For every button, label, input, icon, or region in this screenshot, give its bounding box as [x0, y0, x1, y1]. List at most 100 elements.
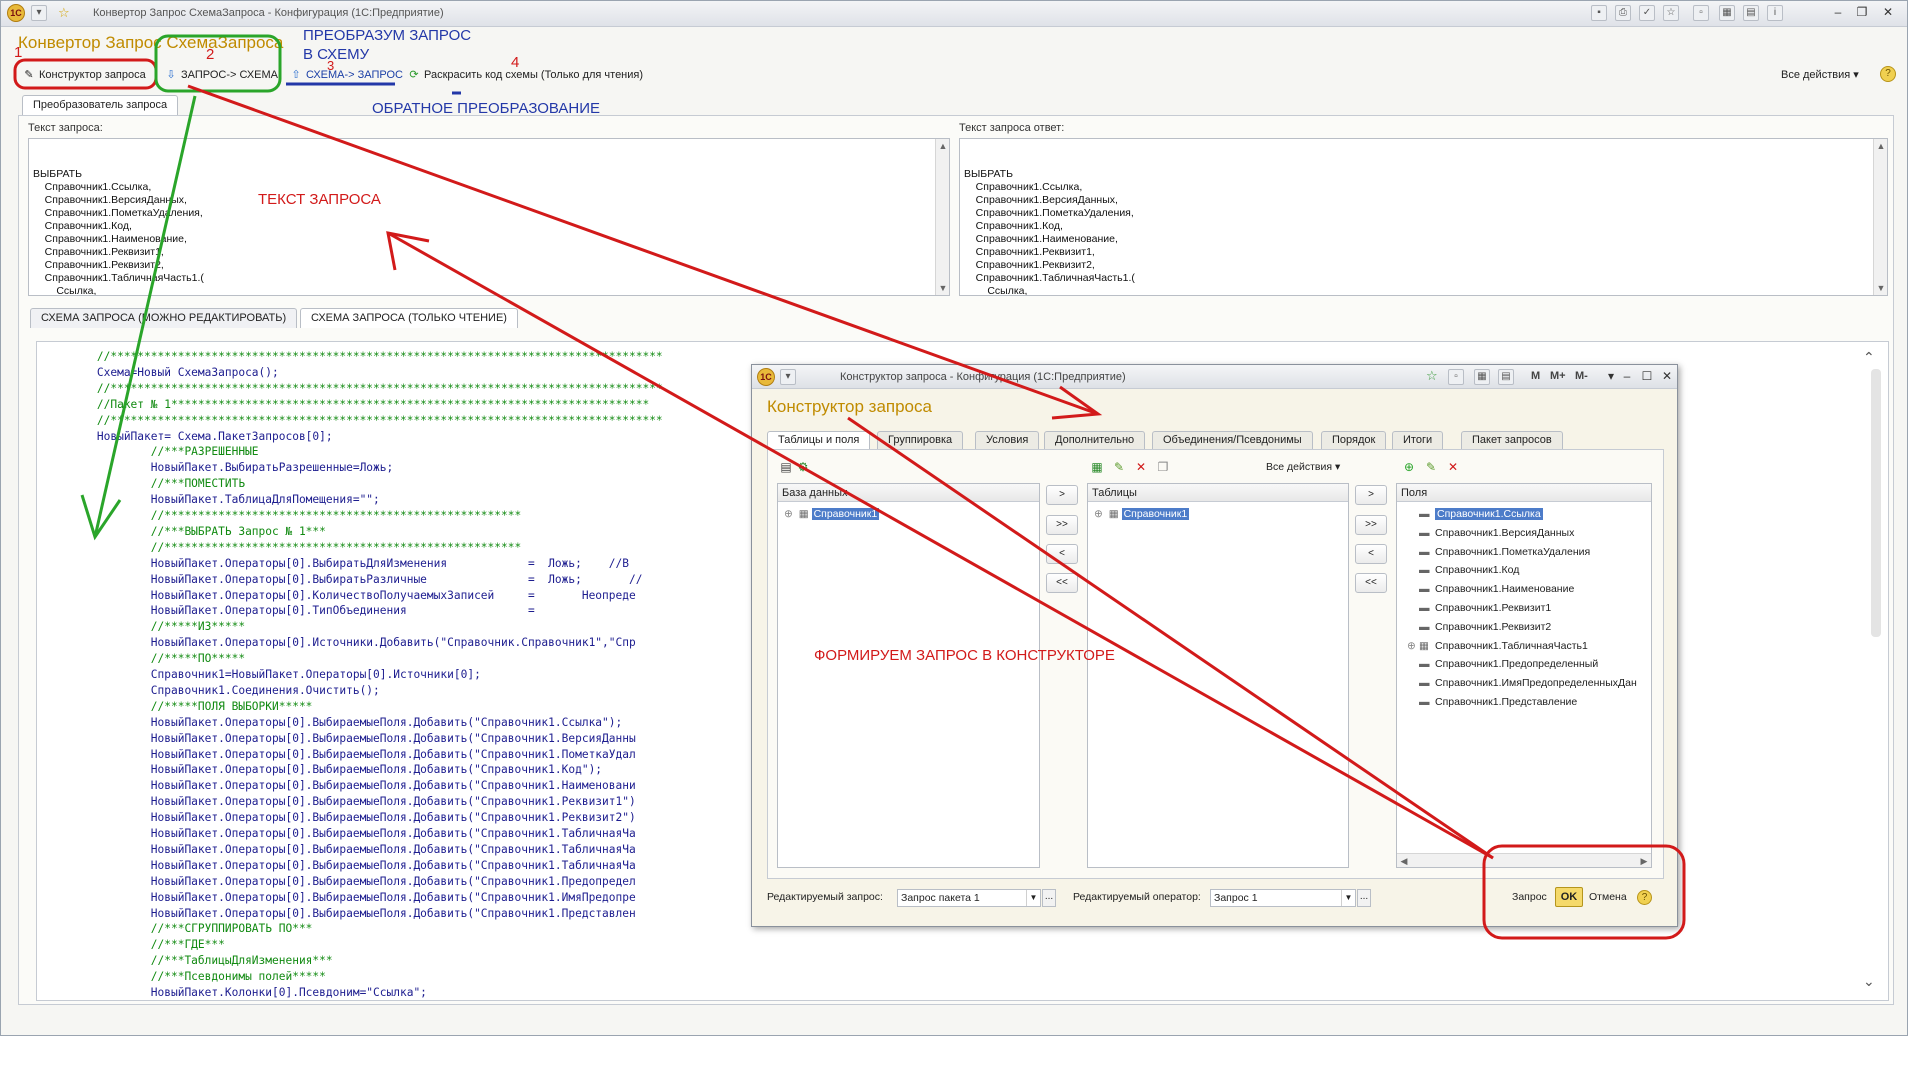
calculator-icon[interactable]: ▦: [1719, 5, 1735, 21]
answer-text-input[interactable]: ВЫБРАТЬ Справочник1.Ссылка, Справочник1.…: [959, 138, 1888, 296]
edited-operator-choose-button[interactable]: ...: [1357, 889, 1371, 907]
chevron-down-icon[interactable]: ▼: [1341, 890, 1355, 906]
expand-icon[interactable]: ⊕: [1407, 638, 1416, 654]
scroll-left-icon[interactable]: ◀: [1397, 854, 1411, 867]
field-row[interactable]: ▬ Справочник1.Код: [1407, 562, 1519, 578]
edit-field-icon[interactable]: ✎: [1424, 460, 1438, 474]
move-all-left-button[interactable]: <<: [1046, 573, 1078, 593]
scroll-down-icon[interactable]: ▼: [936, 281, 950, 295]
memory-plus-button[interactable]: M+: [1550, 370, 1566, 382]
field-row[interactable]: ▬ Справочник1.Предопределенный: [1407, 656, 1598, 672]
tree-row[interactable]: ⊕ ▦ Справочник1: [1094, 506, 1190, 522]
field-row[interactable]: ▬ Справочник1.Представление: [1407, 694, 1577, 710]
query-constructor-button[interactable]: ✎ Конструктор запроса: [19, 65, 150, 85]
field-row[interactable]: ▬ Справочник1.Реквизит2: [1407, 619, 1551, 635]
save-icon[interactable]: ▪: [1591, 5, 1607, 21]
print-icon[interactable]: ⎙: [1615, 5, 1631, 21]
help-icon[interactable]: ?: [1637, 890, 1652, 905]
close-icon[interactable]: ✕: [1656, 368, 1678, 386]
field-row[interactable]: ▬ Справочник1.Наименование: [1407, 581, 1574, 597]
minimize-icon[interactable]: –: [1616, 368, 1638, 386]
close-icon[interactable]: ✕: [1877, 4, 1899, 22]
code-scroll-up-icon[interactable]: ⌃: [1863, 349, 1875, 366]
move-all-right-button[interactable]: >>: [1046, 515, 1078, 535]
expand-icon[interactable]: ⊕: [1094, 508, 1103, 520]
fields-hscrollbar[interactable]: ◀ ▶: [1397, 853, 1651, 867]
menu-dropdown-icon[interactable]: ▾: [31, 5, 47, 21]
field-row[interactable]: ▬ Справочник1.ИмяПредопределенныхДан: [1407, 675, 1637, 691]
field-row[interactable]: ▬ Справочник1.ВерсияДанных: [1407, 525, 1574, 541]
add-table-icon[interactable]: ▦: [1090, 460, 1104, 474]
add-field-icon[interactable]: ⊕: [1402, 460, 1416, 474]
maximize-icon[interactable]: ☐: [1636, 368, 1658, 386]
edited-query-select[interactable]: Запрос пакета 1 ▼: [897, 889, 1041, 907]
all-actions-button[interactable]: Все действия ▾: [1781, 65, 1859, 85]
copy-icon[interactable]: ▫: [1693, 5, 1709, 21]
scroll-right-icon[interactable]: ▶: [1637, 854, 1651, 867]
star-icon[interactable]: ☆: [58, 5, 70, 21]
help-icon[interactable]: ?: [1880, 66, 1896, 82]
tab-totals[interactable]: Итоги: [1392, 431, 1444, 449]
tab-grouping[interactable]: Группировка: [877, 431, 964, 449]
chevron-down-icon[interactable]: ▼: [1026, 890, 1040, 906]
tab-unions-aliases[interactable]: Объединения/Псевдонимы: [1152, 431, 1313, 449]
tab-query-converter[interactable]: Преобразователь запроса: [22, 95, 179, 115]
move-left-button[interactable]: <: [1046, 544, 1078, 564]
calculator-icon[interactable]: ▦: [1474, 369, 1490, 385]
tree-row[interactable]: ⊕ ▦ Справочник1: [784, 506, 880, 522]
calendar-icon[interactable]: ▤: [1743, 5, 1759, 21]
field-row[interactable]: ▬ Справочник1.ПометкаУдаления: [1407, 544, 1590, 560]
code-scrollbar-thumb[interactable]: [1871, 369, 1881, 637]
field-row[interactable]: ⊕ ▦ Справочник1.ТабличнаяЧасть1: [1407, 638, 1588, 654]
maximize-icon[interactable]: ❐: [1851, 4, 1873, 22]
cancel-button[interactable]: Отмена: [1589, 891, 1627, 903]
field-move-all-right-button[interactable]: >>: [1355, 515, 1387, 535]
tab-additional[interactable]: Дополнительно: [1044, 431, 1146, 449]
ok-button[interactable]: OK: [1555, 887, 1583, 907]
star-add-icon[interactable]: ☆: [1663, 5, 1679, 21]
query-text-input[interactable]: ВЫБРАТЬ Справочник1.Ссылка, Справочник1.…: [28, 138, 950, 296]
scroll-up-icon[interactable]: ▲: [1874, 139, 1888, 153]
scroll-up-icon[interactable]: ▲: [936, 139, 950, 153]
copy-icon[interactable]: ❐: [1156, 460, 1170, 474]
field-move-left-button[interactable]: <: [1355, 544, 1387, 564]
tab-tables-fields[interactable]: Таблицы и поля: [767, 431, 871, 449]
table-view-icon[interactable]: ▤: [779, 460, 793, 474]
dialog-all-actions-button[interactable]: Все действия ▾: [1266, 461, 1340, 473]
copy-icon[interactable]: ▫: [1448, 369, 1464, 385]
memory-button[interactable]: M: [1531, 370, 1540, 382]
field-row[interactable]: ▬ Справочник1.Реквизит1: [1407, 600, 1551, 616]
field-move-right-button[interactable]: >: [1355, 485, 1387, 505]
minimize-icon[interactable]: –: [1827, 4, 1849, 22]
1c-logo-icon[interactable]: 1С: [7, 4, 25, 22]
menu-dropdown-icon[interactable]: ▾: [780, 369, 796, 385]
memory-minus-button[interactable]: M-: [1575, 370, 1588, 382]
schema-to-query-button[interactable]: ⇧ СХЕМА-> ЗАПРОС: [286, 65, 407, 85]
1c-logo-icon[interactable]: 1С: [757, 368, 775, 386]
star-add-icon[interactable]: ☆: [1426, 368, 1438, 384]
tables-tree[interactable]: Таблицы ⊕ ▦ Справочник1: [1087, 483, 1349, 868]
colorize-code-button[interactable]: ⟳ Раскрасить код схемы (Только для чтения…: [404, 65, 647, 85]
query-to-schema-button[interactable]: ⇩ ЗАПРОС-> СХЕМА: [161, 65, 282, 85]
check-icon[interactable]: ✓: [1639, 5, 1655, 21]
tab-conditions[interactable]: Условия: [975, 431, 1040, 449]
tab-query-batch[interactable]: Пакет запросов: [1461, 431, 1563, 449]
scroll-down-icon[interactable]: ▼: [1874, 281, 1888, 295]
expand-icon[interactable]: ⊕: [784, 508, 793, 520]
calendar-icon[interactable]: ▤: [1498, 369, 1514, 385]
tab-schema-editable[interactable]: СХЕМА ЗАПРОСА (МОЖНО РЕДАКТИРОВАТЬ): [30, 308, 298, 328]
move-right-button[interactable]: >: [1046, 485, 1078, 505]
query-text-scrollbar[interactable]: ▲ ▼: [935, 139, 949, 295]
field-row[interactable]: ▬ Справочник1.Ссылка: [1407, 506, 1543, 522]
fields-tree[interactable]: Поля ▬ Справочник1.Ссылка ▬ Справочник1.Вер…: [1396, 483, 1652, 868]
code-scroll-down-icon[interactable]: ⌄: [1863, 973, 1875, 990]
query-wizard-icon[interactable]: ⚙: [796, 460, 810, 474]
delete-icon[interactable]: ✕: [1134, 460, 1148, 474]
field-move-all-left-button[interactable]: <<: [1355, 573, 1387, 593]
edited-operator-select[interactable]: Запрос 1 ▼: [1210, 889, 1356, 907]
query-button[interactable]: Запрос: [1512, 891, 1547, 903]
answer-text-scrollbar[interactable]: ▲ ▼: [1873, 139, 1887, 295]
info-icon[interactable]: i: [1767, 5, 1783, 21]
edited-query-choose-button[interactable]: ...: [1042, 889, 1056, 907]
delete-field-icon[interactable]: ✕: [1446, 460, 1460, 474]
